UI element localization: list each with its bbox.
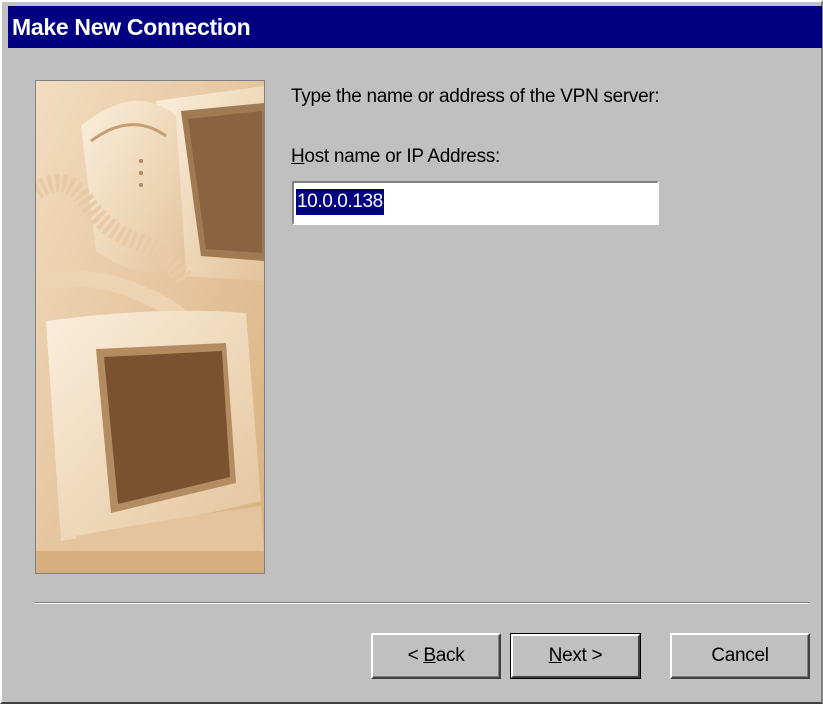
host-name-value: 10.0.0.138 bbox=[296, 189, 384, 215]
next-button-face: Next > bbox=[511, 634, 640, 678]
wizard-window: Make New Connection Type the name or add… bbox=[0, 0, 823, 704]
window-title: Make New Connection bbox=[12, 14, 251, 40]
host-name-label: Host name or IP Address: bbox=[291, 146, 500, 168]
cancel-button-label: Cancel bbox=[711, 645, 769, 666]
next-button-access-key: N bbox=[548, 645, 563, 666]
wizard-illustration bbox=[35, 80, 265, 574]
back-button-label: ack bbox=[435, 645, 465, 666]
title-bar: Make New Connection bbox=[8, 6, 822, 48]
separator-line bbox=[35, 602, 810, 604]
host-name-label-text: ost name or IP Address: bbox=[304, 146, 500, 167]
back-button-prefix: < bbox=[407, 645, 424, 666]
back-button-access-key: B bbox=[423, 645, 436, 666]
next-button-label: ext > bbox=[562, 645, 603, 666]
back-button[interactable]: < Back bbox=[371, 633, 501, 679]
next-button[interactable]: Next > bbox=[510, 633, 641, 679]
cancel-button[interactable]: Cancel bbox=[670, 633, 810, 679]
host-name-input[interactable]: 10.0.0.138 bbox=[292, 181, 659, 225]
host-name-label-access-key: H bbox=[291, 146, 305, 167]
computer-monitors-and-phone-picture bbox=[36, 81, 264, 573]
vpn-server-prompt: Type the name or address of the VPN serv… bbox=[291, 86, 660, 107]
